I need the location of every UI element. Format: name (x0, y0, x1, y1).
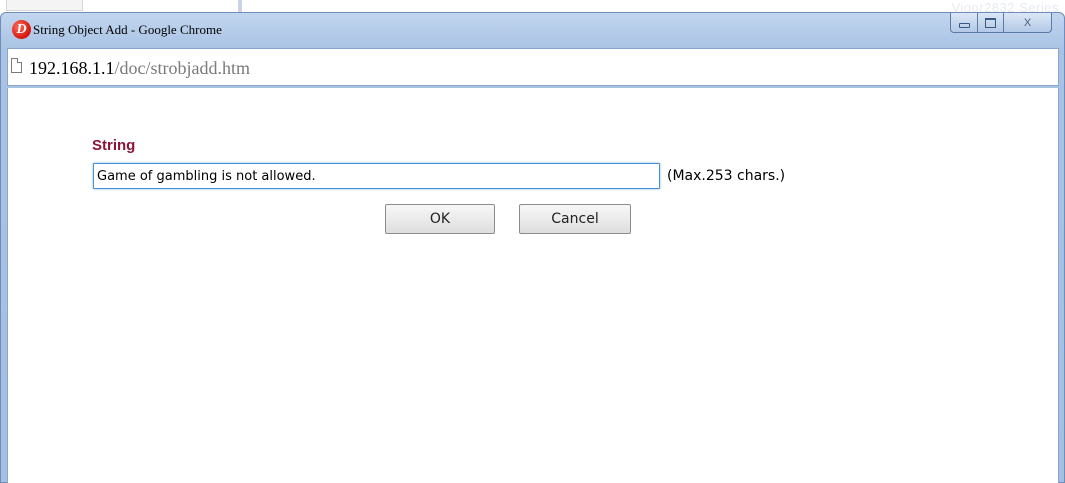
window-title: String Object Add - Google Chrome (33, 22, 222, 37)
screen: Vigor2832 Series D String Object Add - G… (0, 0, 1065, 483)
string-label: String (92, 137, 136, 154)
url-text: 192.168.1.1/doc/strobjadd.htm (29, 58, 250, 78)
string-input[interactable] (93, 163, 660, 189)
ok-button[interactable]: OK (385, 204, 495, 234)
address-bar[interactable]: 192.168.1.1/doc/strobjadd.htm (7, 48, 1059, 86)
close-icon: X (1023, 16, 1032, 29)
minimize-button[interactable] (950, 13, 978, 33)
background-divider (238, 0, 242, 12)
close-button[interactable]: X (1004, 13, 1052, 33)
draytek-app-icon: D (12, 20, 31, 39)
maximize-icon (985, 17, 996, 28)
minimize-icon (958, 22, 970, 28)
title-bar[interactable]: D String Object Add - Google Chrome X (1, 13, 1064, 46)
url-path: /doc/strobjadd.htm (114, 58, 250, 78)
maximize-button[interactable] (978, 13, 1004, 33)
popup-window: D String Object Add - Google Chrome X 19… (0, 12, 1065, 483)
page-content: String (Max.253 chars.) OK Cancel (7, 88, 1059, 483)
background-tab (6, 0, 83, 11)
max-chars-hint: (Max.253 chars.) (667, 168, 786, 184)
page-icon (11, 58, 22, 73)
url-host: 192.168.1.1 (29, 58, 115, 78)
window-controls: X (950, 13, 1052, 34)
cancel-button[interactable]: Cancel (519, 204, 631, 234)
